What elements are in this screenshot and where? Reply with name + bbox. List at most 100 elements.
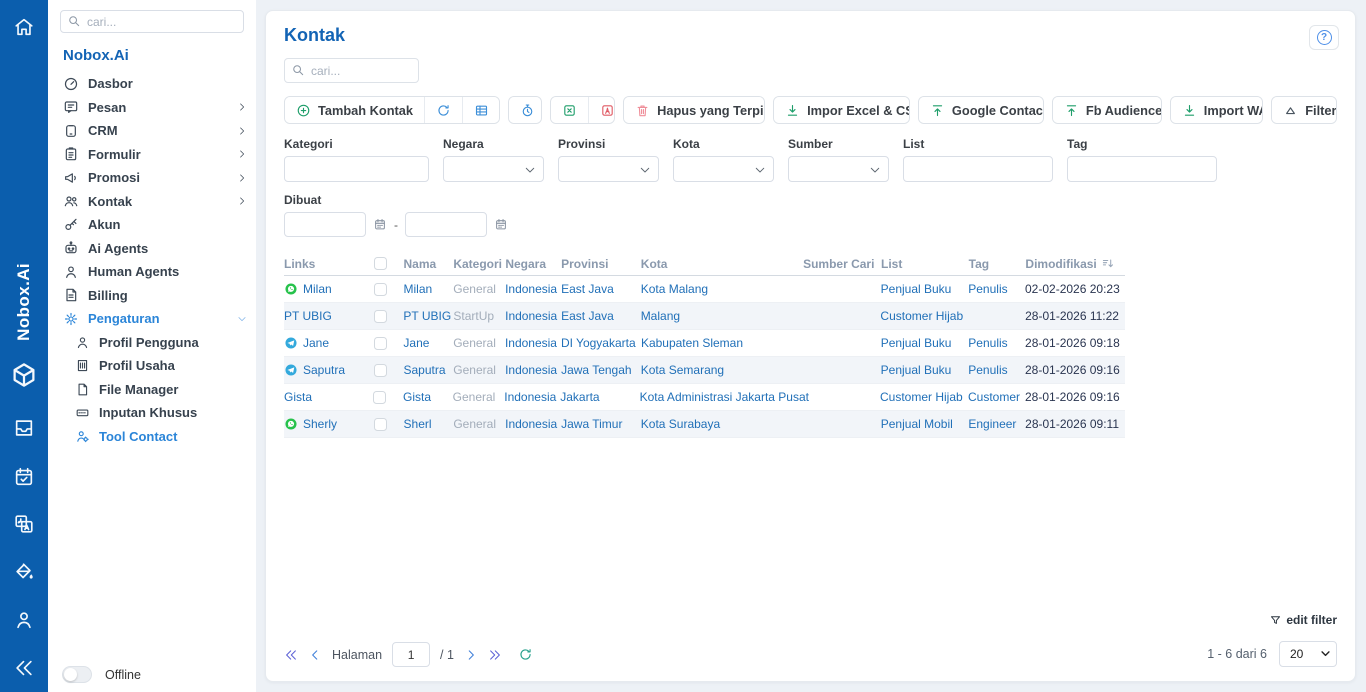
cell-kota[interactable]: Kota Administrasi Jakarta Pusat (640, 390, 803, 404)
page-size-select[interactable]: 20 (1279, 641, 1337, 667)
cell-provinsi[interactable]: Jawa Tengah (561, 363, 641, 377)
cell-nama[interactable]: Gista (403, 390, 453, 404)
row-checkbox[interactable] (374, 337, 387, 350)
cell-provinsi[interactable]: East Java (561, 309, 641, 323)
sidebar-subitem-tool-contact[interactable]: Tool Contact (48, 425, 256, 449)
next-page-icon[interactable] (464, 648, 478, 662)
filter-kota-select[interactable] (673, 156, 774, 182)
home-icon[interactable] (0, 16, 48, 38)
google-contacts-button[interactable]: Google Contacts (919, 97, 1044, 123)
filter-button[interactable]: Filter (1272, 97, 1337, 123)
sidebar-item-formulir[interactable]: Formulir (48, 143, 256, 167)
sidebar-search-input[interactable] (60, 10, 244, 33)
paint-bucket-icon[interactable] (0, 561, 48, 583)
filter-sumber-select[interactable] (788, 156, 889, 182)
sidebar-item-pengaturan[interactable]: Pengaturan (48, 307, 256, 331)
cell-negara[interactable]: Indonesia (505, 417, 561, 431)
table-row[interactable]: JaneJaneGeneralIndonesiaDI YogyakartaKab… (284, 330, 1125, 357)
cell-link[interactable]: Sherly (284, 417, 374, 431)
cell-negara[interactable]: Indonesia (505, 363, 561, 377)
prev-page-icon[interactable] (308, 648, 322, 662)
cell-kota[interactable]: Kota Malang (641, 282, 803, 296)
sidebar-item-crm[interactable]: CRM (48, 119, 256, 143)
table-row[interactable]: PT UBIGPT UBIGStartUpIndonesiaEast JavaM… (284, 303, 1125, 330)
calendar-icon[interactable] (494, 217, 508, 232)
cell-link[interactable]: Saputra (284, 363, 374, 377)
row-checkbox[interactable] (374, 283, 387, 296)
cell-tag[interactable]: Penulis (968, 336, 1025, 350)
row-checkbox[interactable] (374, 418, 387, 431)
sidebar-item-human-agents[interactable]: Human Agents (48, 260, 256, 284)
cell-negara[interactable]: Indonesia (504, 390, 560, 404)
cell-list[interactable]: Penjual Mobil (881, 417, 969, 431)
edit-filter-button[interactable]: edit filter (1269, 613, 1337, 627)
filter-provinsi-select[interactable] (558, 156, 659, 182)
dibuat-to-input[interactable] (405, 212, 487, 237)
export-pdf-button[interactable] (588, 97, 616, 123)
import-excel-csv-button[interactable]: Impor Excel & CSV (774, 97, 910, 123)
cell-nama[interactable]: Saputra (403, 363, 453, 377)
cell-tag[interactable]: Engineer (968, 417, 1025, 431)
tambah-kontak-button[interactable]: Tambah Kontak (285, 97, 424, 123)
cell-negara[interactable]: Indonesia (505, 309, 561, 323)
import-wa-button[interactable]: Import WA (1171, 97, 1263, 123)
calendar-check-icon[interactable] (0, 466, 48, 488)
sidebar-subitem-profil-pengguna[interactable]: Profil Pengguna (48, 331, 256, 355)
cell-nama[interactable]: Milan (403, 282, 453, 296)
table-view-button[interactable] (462, 97, 500, 123)
page-number-input[interactable] (392, 642, 430, 667)
calendar-icon[interactable] (373, 217, 387, 232)
row-checkbox[interactable] (374, 364, 387, 377)
sidebar-subitem-file-manager[interactable]: File Manager (48, 378, 256, 402)
table-row[interactable]: MilanMilanGeneralIndonesiaEast JavaKota … (284, 276, 1125, 303)
sidebar-item-billing[interactable]: Billing (48, 284, 256, 308)
translate-icon[interactable] (0, 513, 48, 535)
cell-negara[interactable]: Indonesia (505, 336, 561, 350)
cell-tag[interactable]: Penulis (968, 363, 1025, 377)
dibuat-from-input[interactable] (284, 212, 366, 237)
sidebar-item-akun[interactable]: Akun (48, 213, 256, 237)
cell-link[interactable]: Jane (284, 336, 374, 350)
help-button[interactable]: ? (1309, 25, 1339, 50)
export-excel-button[interactable] (551, 97, 588, 123)
filter-negara-select[interactable] (443, 156, 544, 182)
row-checkbox[interactable] (374, 310, 387, 323)
history-button[interactable] (509, 97, 541, 123)
cell-list[interactable]: Penjual Buku (881, 336, 969, 350)
cell-kota[interactable]: Kota Semarang (641, 363, 803, 377)
table-row[interactable]: SherlySherlGeneralIndonesiaJawa TimurKot… (284, 411, 1125, 438)
sidebar-subitem-profil-usaha[interactable]: Profil Usaha (48, 354, 256, 378)
last-page-icon[interactable] (488, 648, 502, 662)
cell-list[interactable]: Penjual Buku (881, 282, 969, 296)
table-row[interactable]: SaputraSaputraGeneralIndonesiaJawa Tenga… (284, 357, 1125, 384)
cell-kota[interactable]: Malang (641, 309, 803, 323)
cell-nama[interactable]: PT UBIG (403, 309, 453, 323)
filter-kategori-input[interactable] (284, 156, 429, 182)
cell-tag[interactable]: Penulis (968, 282, 1025, 296)
cell-provinsi[interactable]: East Java (561, 282, 641, 296)
cell-provinsi[interactable]: Jakarta (560, 390, 639, 404)
sidebar-item-promosi[interactable]: Promosi (48, 166, 256, 190)
fb-audiences-button[interactable]: Fb Audiences (1053, 97, 1162, 123)
select-all-checkbox[interactable] (374, 257, 387, 270)
cell-nama[interactable]: Jane (403, 336, 453, 350)
cell-provinsi[interactable]: DI Yogyakarta (561, 336, 641, 350)
table-row[interactable]: GistaGistaGeneralIndonesiaJakartaKota Ad… (284, 384, 1125, 411)
inbox-icon[interactable] (0, 417, 48, 439)
collapse-sidebar-icon[interactable] (0, 657, 48, 679)
filter-list-input[interactable] (903, 156, 1053, 182)
sidebar-item-kontak[interactable]: Kontak (48, 190, 256, 214)
cell-list[interactable]: Customer Hijab (880, 309, 968, 323)
cell-kota[interactable]: Kabupaten Sleman (641, 336, 803, 350)
cell-tag[interactable]: Customer (968, 390, 1025, 404)
cell-link[interactable]: PT UBIG (284, 309, 374, 323)
cell-link[interactable]: Milan (284, 282, 374, 296)
cell-kota[interactable]: Kota Surabaya (641, 417, 803, 431)
profile-icon[interactable] (0, 609, 48, 631)
offline-toggle[interactable] (62, 666, 92, 683)
filter-tag-input[interactable] (1067, 156, 1217, 182)
sidebar-item-pesan[interactable]: Pesan (48, 96, 256, 120)
first-page-icon[interactable] (284, 648, 298, 662)
cell-negara[interactable]: Indonesia (505, 282, 561, 296)
row-checkbox[interactable] (373, 391, 386, 404)
